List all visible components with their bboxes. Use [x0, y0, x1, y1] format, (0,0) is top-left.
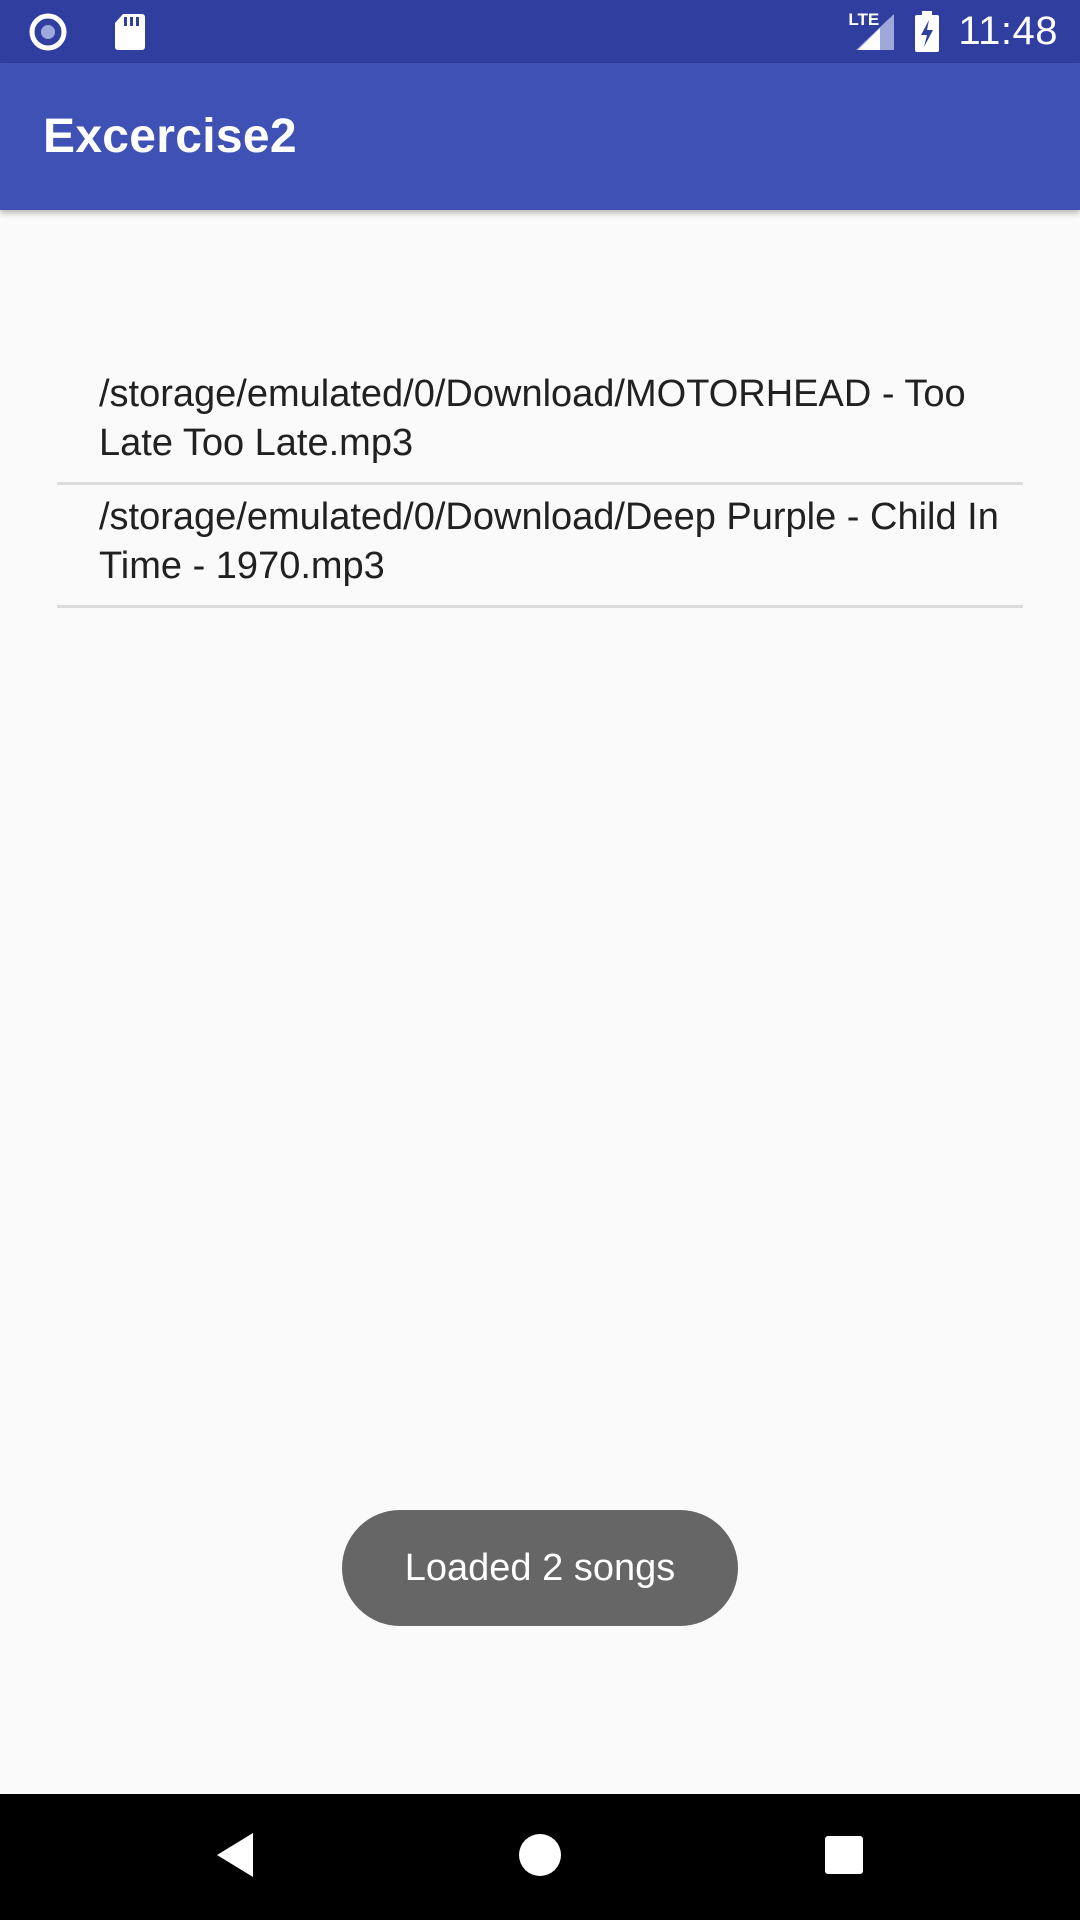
status-time: 11:48	[958, 9, 1058, 53]
navigation-bar	[0, 1794, 1080, 1920]
back-button[interactable]	[175, 1794, 295, 1920]
battery-charging-icon	[914, 10, 940, 53]
status-bar-right: LTE 11:48	[846, 0, 1058, 63]
song-list-item[interactable]: /storage/emulated/0/Download/MOTORHEAD -…	[57, 360, 1023, 485]
recents-icon	[824, 1835, 864, 1880]
status-bar-left	[28, 12, 146, 52]
home-button[interactable]	[480, 1794, 600, 1920]
record-icon	[28, 12, 68, 52]
sd-card-icon	[114, 13, 146, 51]
recents-button[interactable]	[784, 1794, 904, 1920]
status-bar: LTE 11:48	[0, 0, 1080, 63]
back-icon	[213, 1830, 257, 1885]
home-icon	[518, 1833, 562, 1882]
app-title: Excercise2	[43, 110, 297, 163]
toast-message: Loaded 2 songs	[342, 1510, 738, 1626]
network-type-label: LTE	[848, 9, 880, 29]
song-list-item[interactable]: /storage/emulated/0/Download/Deep Purple…	[57, 485, 1023, 608]
song-list: /storage/emulated/0/Download/MOTORHEAD -…	[57, 360, 1023, 608]
lte-signal-icon: LTE	[846, 9, 896, 52]
app-bar: Excercise2	[0, 63, 1080, 210]
